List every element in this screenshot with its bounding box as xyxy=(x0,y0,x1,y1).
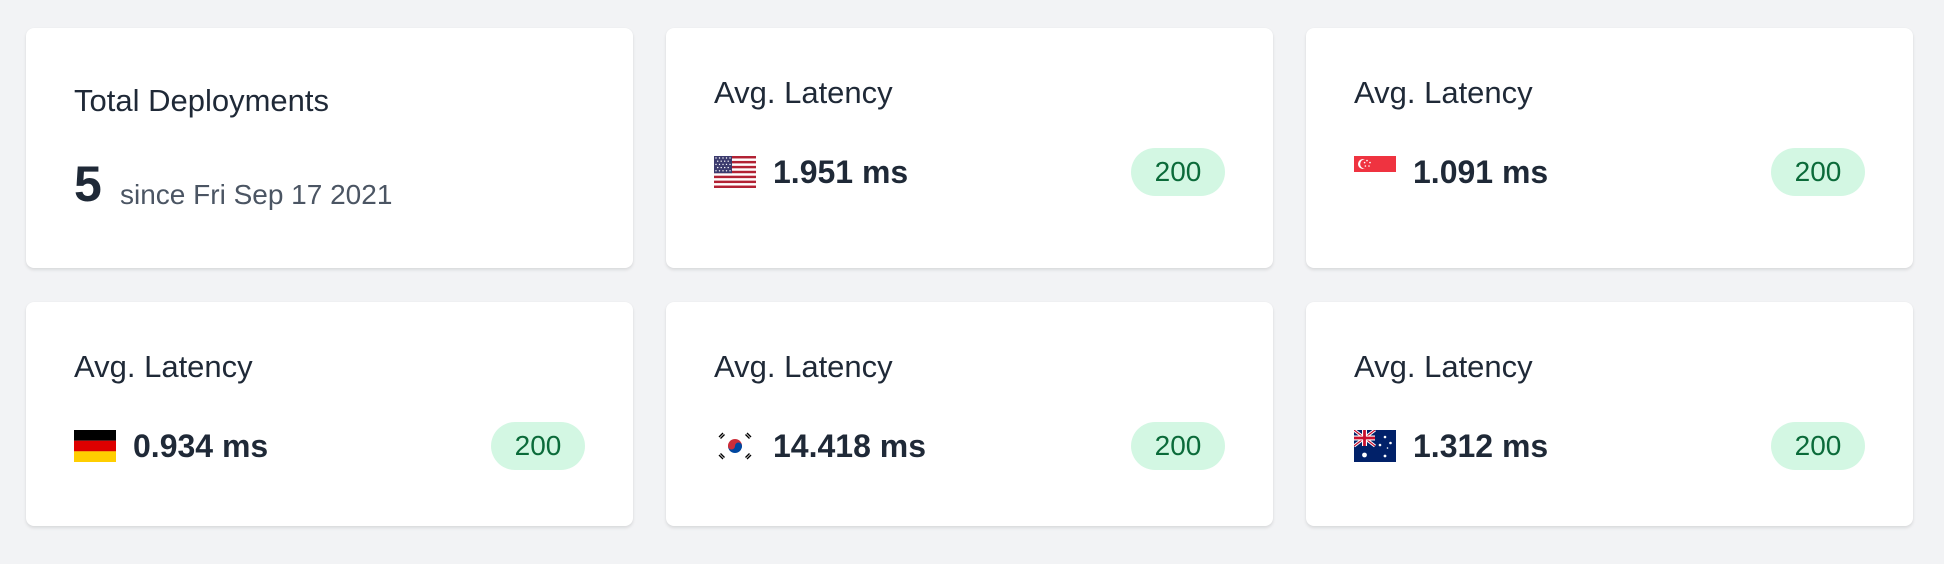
latency-card-kr: Avg. Latency 14.418 ms 200 xyxy=(666,302,1273,526)
status-badge: 200 xyxy=(1131,148,1225,196)
sg-flag-icon xyxy=(1354,156,1396,188)
stats-grid: Total Deployments 5 since Fri Sep 17 202… xyxy=(0,0,1944,564)
au-flag-icon xyxy=(1354,430,1396,462)
card-title: Avg. Latency xyxy=(1354,349,1533,384)
de-flag-icon xyxy=(74,430,116,462)
total-deployments-card: Total Deployments 5 since Fri Sep 17 202… xyxy=(26,28,633,268)
card-title: Total Deployments xyxy=(74,83,330,118)
latency-value: 0.934 ms xyxy=(133,428,269,464)
card-title: Avg. Latency xyxy=(74,349,253,384)
card-title: Avg. Latency xyxy=(714,349,893,384)
deployment-count: 5 xyxy=(74,156,102,212)
latency-card-us: Avg. Latency 1.951 ms 200 xyxy=(666,28,1273,268)
latency-value: 1.951 ms xyxy=(773,154,909,190)
status-badge: 200 xyxy=(1131,422,1225,470)
card-title: Avg. Latency xyxy=(1354,75,1533,110)
latency-card-au: Avg. Latency 1.312 ms 200 xyxy=(1306,302,1913,526)
latency-value: 1.091 ms xyxy=(1413,154,1549,190)
us-flag-icon xyxy=(714,156,756,188)
status-badge: 200 xyxy=(491,422,585,470)
latency-value: 1.312 ms xyxy=(1413,428,1549,464)
latency-card-de: Avg. Latency 0.934 ms 200 xyxy=(26,302,633,526)
status-badge: 200 xyxy=(1771,148,1865,196)
since-date: since Fri Sep 17 2021 xyxy=(120,179,393,210)
latency-value: 14.418 ms xyxy=(773,428,927,464)
latency-card-sg: Avg. Latency 1.091 ms 200 xyxy=(1306,28,1913,268)
card-title: Avg. Latency xyxy=(714,75,893,110)
kr-flag-icon xyxy=(714,430,756,462)
status-badge: 200 xyxy=(1771,422,1865,470)
